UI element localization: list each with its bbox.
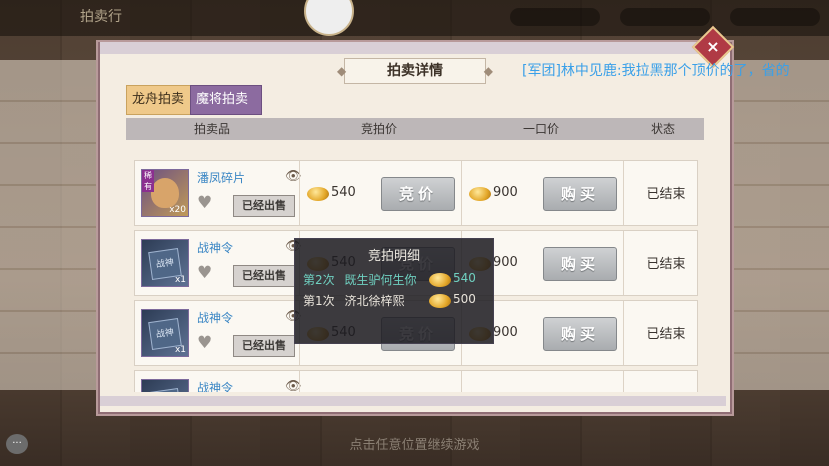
bidder-name: 既生驴何生你 [344, 273, 417, 287]
heart-icon[interactable]: ♥ [197, 263, 212, 283]
header-buyout-price: 一口价 [522, 122, 559, 136]
sold-label: 已经出售 [233, 195, 295, 217]
item-icon[interactable]: 战神 x1 [141, 239, 189, 287]
header-status: 状态 [650, 122, 675, 136]
bid-entry: 第2次 既生驴何生你 [303, 271, 416, 288]
panel-title: 拍卖详情 [337, 58, 493, 84]
item-icon[interactable]: 战神 x1 [141, 309, 189, 357]
item-icon[interactable]: 稀有 x20 [141, 169, 189, 217]
tab-demon-general-auction[interactable]: 魔将拍卖 [190, 85, 262, 115]
resource-counter [620, 8, 710, 26]
buy-button[interactable]: 购买 [543, 317, 617, 351]
popup-title: 竞拍明细 [367, 249, 420, 264]
bidder-name: 济北徐梓熙 [344, 294, 405, 308]
gold-ingot-icon [429, 273, 451, 287]
bid-round: 第2次 [303, 273, 335, 287]
bid-button[interactable]: 竞价 [381, 177, 455, 211]
item-name: 潘凤碎片 [197, 171, 246, 185]
gold-ingot-icon [469, 187, 491, 201]
sold-label: 已经出售 [233, 265, 295, 287]
panel-footer-stripe [100, 396, 726, 406]
buyout-price: 900 [493, 185, 518, 200]
heart-icon[interactable]: ♥ [197, 193, 212, 213]
bid-amount: 500 [453, 292, 476, 306]
close-icon: × [706, 37, 720, 56]
hero-portrait-icon [151, 178, 179, 208]
background-title: 拍卖行 [80, 9, 122, 25]
table-row: 战神 战神令 👁 [134, 370, 698, 392]
sold-label: 已经出售 [233, 335, 295, 357]
buy-button[interactable]: 购买 [543, 247, 617, 281]
item-name: 战神令 [197, 311, 234, 325]
heart-icon[interactable]: ♥ [197, 333, 212, 353]
item-quantity: x1 [174, 345, 186, 355]
item-icon[interactable]: 战神 [141, 379, 189, 392]
bid-detail-popup: 竞拍明细 第2次 既生驴何生你 540 第1次 济北徐梓熙 500 [294, 238, 494, 344]
buyout-price: 900 [493, 325, 518, 340]
item-name: 战神令 [197, 241, 234, 255]
buyout-price: 900 [493, 255, 518, 270]
gold-ingot-icon [307, 187, 329, 201]
item-name: 战神令 [197, 381, 234, 392]
war-token-icon: 战神 [148, 388, 182, 392]
panel-header-stripe [100, 42, 726, 54]
continue-hint: 点击任意位置继续游戏 [349, 438, 480, 453]
gold-ingot-icon [429, 294, 451, 308]
item-quantity: x1 [174, 275, 186, 285]
resource-counter [510, 8, 600, 26]
status-text: 已结束 [646, 187, 686, 202]
header-item: 拍卖品 [193, 122, 230, 136]
table-header: 拍卖品 竞拍价 一口价 状态 [126, 118, 704, 140]
bid-price: 540 [331, 185, 356, 200]
header-bid-price: 竞拍价 [360, 122, 397, 136]
buy-button[interactable]: 购买 [543, 177, 617, 211]
chat-broadcast: [军团]林中见鹿:我拉黑那个顶价的了，省的 [522, 63, 790, 79]
status-text: 已结束 [646, 327, 686, 342]
tab-dragon-boat-auction[interactable]: 龙舟拍卖 [126, 85, 198, 115]
bid-amount: 540 [453, 271, 476, 285]
status-text: 已结束 [646, 257, 686, 272]
item-quantity: x20 [169, 205, 186, 215]
table-row: 稀有 x20 潘凤碎片 👁 ♥ 已经出售 540 竞价 900 购买 已结束 [134, 160, 698, 226]
bid-round: 第1次 [303, 294, 335, 308]
rarity-badge: 稀有 [142, 170, 154, 192]
bid-entry: 第1次 济北徐梓熙 [303, 292, 404, 309]
resource-counter [730, 8, 820, 26]
